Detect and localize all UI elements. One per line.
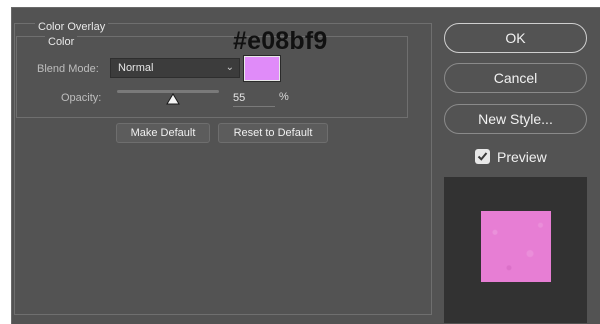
preview-panel (444, 177, 587, 323)
group-title: Color Overlay (35, 21, 109, 34)
preview-label: Preview (497, 149, 547, 165)
hex-annotation: #e08bf9 (233, 27, 328, 55)
chevron-down-icon: ⌄ (225, 62, 234, 73)
reset-to-default-button[interactable]: Reset to Default (218, 123, 328, 143)
opacity-input[interactable]: 55 (233, 90, 275, 107)
subgroup-title: Color (45, 36, 78, 49)
new-style-button[interactable]: New Style... (444, 104, 587, 134)
make-default-button[interactable]: Make Default (116, 123, 210, 143)
slider-thumb-icon[interactable] (166, 93, 180, 105)
checkmark-icon (477, 152, 488, 161)
opacity-unit: % (279, 91, 289, 103)
blend-mode-select[interactable]: Normal ⌄ (110, 58, 240, 78)
preview-thumbnail (481, 211, 551, 282)
blend-mode-label: Blend Mode: (37, 63, 99, 75)
opacity-label: Opacity: (61, 92, 102, 104)
blend-mode-value: Normal (118, 62, 154, 74)
ok-button[interactable]: OK (444, 23, 587, 53)
preview-checkbox[interactable] (475, 149, 490, 164)
overlay-color-swatch[interactable] (243, 55, 281, 82)
cancel-button[interactable]: Cancel (444, 63, 587, 93)
